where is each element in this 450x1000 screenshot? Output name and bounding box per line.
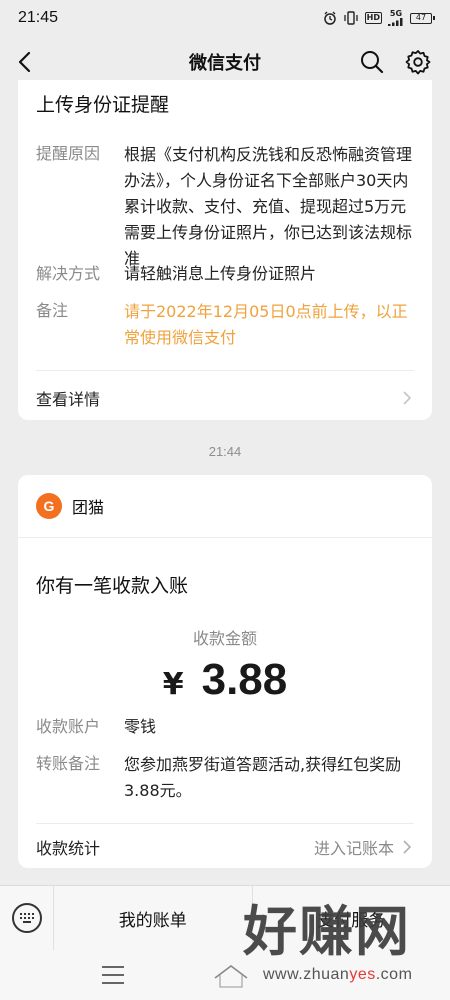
method-label: 解决方式 bbox=[36, 264, 101, 283]
site-watermark: 好赚网 www.zhuanyes.com bbox=[205, 900, 445, 996]
amount-label: 收款金额 bbox=[192, 629, 257, 648]
chevron-right-icon bbox=[403, 840, 412, 854]
keyboard-icon bbox=[11, 903, 42, 933]
notice-method-row: 解决方式 请轻触消息上传身份证照片 bbox=[36, 262, 414, 286]
notice-remark-row: 备注 请于2022年12月05日0点前上传，以正常使用微信支付 bbox=[36, 299, 414, 351]
identity-notice-card[interactable]: 上传身份证提醒 提醒原因 根据《支付机构反洗钱和反恐怖融资管理办法》，个人身份证… bbox=[18, 80, 432, 420]
search-icon[interactable] bbox=[358, 48, 386, 76]
notice-reason-row: 提醒原因 根据《支付机构反洗钱和反恐怖融资管理办法》，个人身份证名下全部账户30… bbox=[36, 142, 414, 272]
notice-title: 上传身份证提醒 bbox=[36, 94, 170, 116]
merchant-logo: G bbox=[36, 493, 62, 519]
ledger-link[interactable]: 进入记账本 bbox=[314, 835, 414, 859]
network-label: 5G bbox=[389, 9, 403, 18]
stats-label: 收款统计 bbox=[36, 839, 101, 858]
house-logo-icon bbox=[214, 965, 248, 988]
ledger-link-label: 进入记账本 bbox=[313, 839, 394, 858]
url-suffix: .com bbox=[375, 966, 413, 983]
url-highlight: yes bbox=[349, 966, 376, 983]
account-row: 收款账户 零钱 bbox=[36, 715, 414, 739]
page-title: 微信支付 bbox=[189, 53, 261, 74]
merchant-name: 团猫 bbox=[72, 498, 105, 517]
receipt-title: 你有一笔收款入账 bbox=[36, 575, 189, 597]
divider bbox=[36, 370, 414, 371]
signal-5g-icon: 5G bbox=[388, 10, 404, 26]
view-details-link[interactable]: 查看详情 bbox=[36, 386, 414, 410]
back-icon[interactable] bbox=[10, 48, 38, 76]
message-timestamp: 21:44 bbox=[208, 444, 242, 459]
amount-display: ¥ 3.88 bbox=[18, 655, 432, 705]
account-label: 收款账户 bbox=[36, 717, 101, 736]
remark-label: 备注 bbox=[36, 301, 69, 320]
view-details-label: 查看详情 bbox=[36, 390, 101, 409]
divider bbox=[18, 537, 432, 538]
payment-received-card[interactable]: G 团猫 你有一笔收款入账 收款金额 ¥ 3.88 收款账户 零钱 转账备注 您… bbox=[18, 475, 432, 868]
reason-label: 提醒原因 bbox=[36, 144, 101, 163]
hd-icon: HD bbox=[364, 12, 382, 24]
amount-value: 3.88 bbox=[201, 655, 288, 704]
settings-icon[interactable] bbox=[404, 48, 432, 76]
keyboard-toggle-button[interactable] bbox=[0, 885, 54, 951]
receipt-stats-row[interactable]: 收款统计 进入记账本 bbox=[36, 835, 414, 859]
vibrate-icon bbox=[343, 11, 359, 25]
status-bar: 21:45 HD 5G 47 bbox=[0, 0, 450, 36]
status-time: 21:45 bbox=[18, 9, 59, 26]
memo-row: 转账备注 您参加燕罗街道答题活动,获得红包奖励3.88元。 bbox=[36, 752, 414, 804]
divider bbox=[36, 823, 414, 824]
status-icons: HD 5G 47 bbox=[323, 10, 435, 26]
remark-value: 请于2022年12月05日0点前上传，以正常使用微信支付 bbox=[124, 302, 408, 347]
method-value: 请轻触消息上传身份证照片 bbox=[124, 264, 317, 283]
watermark-url: www.zhuanyes.com bbox=[263, 966, 412, 984]
watermark-text: 好赚网 bbox=[243, 900, 411, 963]
currency-symbol: ¥ bbox=[162, 667, 184, 702]
menu-icon[interactable] bbox=[102, 966, 124, 984]
memo-label: 转账备注 bbox=[36, 754, 101, 773]
merchant-header[interactable]: G 团猫 bbox=[36, 493, 104, 519]
battery-icon: 47 bbox=[410, 12, 435, 24]
account-value: 零钱 bbox=[124, 717, 157, 736]
chevron-right-icon bbox=[403, 391, 412, 405]
memo-value: 您参加燕罗街道答题活动,获得红包奖励3.88元。 bbox=[124, 755, 402, 800]
url-prefix: www.zhuan bbox=[263, 966, 350, 983]
alarm-icon bbox=[323, 11, 337, 25]
reason-value: 根据《支付机构反洗钱和反恐怖融资管理办法》，个人身份证名下全部账户30天内累计收… bbox=[124, 145, 413, 268]
